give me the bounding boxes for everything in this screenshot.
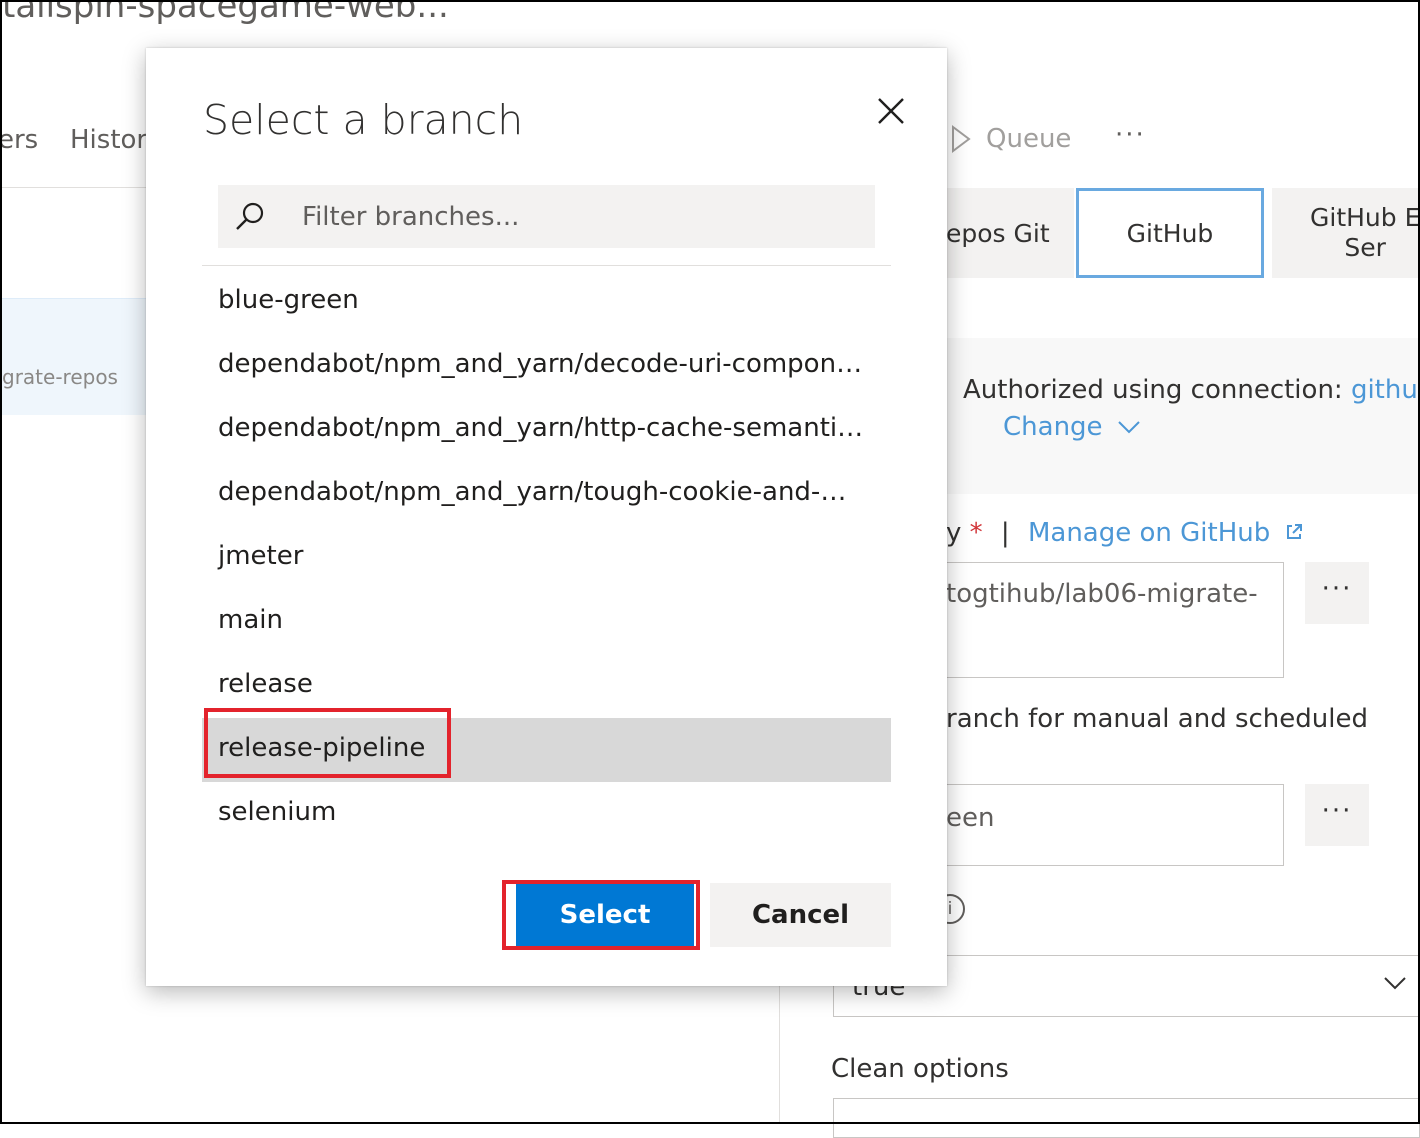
repository-label-text: y	[946, 518, 962, 548]
change-label: Change	[1003, 412, 1103, 442]
branch-item-decode-uri-component[interactable]: dependabot/npm_and_yarn/decode-uri-compo…	[202, 334, 874, 398]
filter-branches-input[interactable]	[302, 185, 862, 248]
list-divider	[202, 265, 891, 266]
clean-options-label: Clean options	[831, 1054, 1009, 1084]
pipeline-title: tailspin-spacegame-web...	[2, 0, 449, 26]
queue-label: Queue	[986, 124, 1072, 154]
branch-item-release[interactable]: release	[202, 654, 891, 718]
branch-browse-button[interactable]: ···	[1305, 784, 1369, 846]
left-pane-selected-item[interactable]: grate-repos	[2, 298, 146, 415]
branch-filter[interactable]	[218, 185, 875, 248]
source-tile-github-enterprise[interactable]: GitHub E Ser	[1272, 188, 1420, 278]
external-link-icon	[1286, 524, 1302, 539]
default-branch-field[interactable]: een	[946, 784, 1284, 866]
default-branch-value: een	[946, 803, 995, 833]
queue-button[interactable]: Queue	[950, 124, 1071, 154]
branch-item-release-pipeline[interactable]: release-pipeline	[202, 718, 891, 782]
branch-item-selenium[interactable]: selenium	[202, 782, 891, 846]
cancel-button[interactable]: Cancel	[710, 883, 891, 947]
authorization-text: Authorized using connection: github.	[963, 375, 1420, 405]
source-tile-azure-repos[interactable]: epos Git	[946, 188, 1074, 278]
select-button[interactable]: Select	[516, 883, 694, 947]
clean-options-dropdown[interactable]	[833, 1098, 1420, 1138]
chevron-down-icon	[1384, 977, 1406, 990]
left-pane-item-label: grate-repos	[2, 365, 118, 389]
more-actions-button[interactable]: ···	[1115, 120, 1146, 150]
source-tile-label: epos Git	[946, 218, 1050, 248]
source-tile-label: GitHub	[1126, 218, 1214, 248]
branch-item-tough-cookie[interactable]: dependabot/npm_and_yarn/tough-cookie-and…	[202, 462, 862, 526]
branch-item-blue-green[interactable]: blue-green	[202, 270, 891, 334]
manage-on-github-link[interactable]: Manage on GitHub	[1028, 518, 1270, 548]
close-icon	[878, 98, 904, 124]
branch-list: blue-green dependabot/npm_and_yarn/decod…	[202, 270, 891, 846]
chevron-down-icon	[1117, 421, 1140, 434]
play-icon	[952, 125, 971, 153]
repository-browse-button[interactable]: ···	[1305, 562, 1369, 624]
close-button[interactable]	[868, 88, 914, 134]
tab-history[interactable]: Histor	[70, 125, 147, 155]
required-mark: *	[969, 518, 983, 548]
repository-field[interactable]: togtihub/lab06-migrate-	[946, 562, 1284, 678]
search-icon	[236, 202, 264, 230]
dialog-title: Select a branch	[203, 96, 524, 144]
source-tile-github[interactable]: GitHub	[1076, 188, 1264, 278]
branch-item-jmeter[interactable]: jmeter	[202, 526, 891, 590]
pane-divider	[779, 980, 780, 1124]
auth-prefix: Authorized using connection:	[963, 375, 1343, 405]
change-connection-button[interactable]: Change	[1003, 412, 1141, 442]
default-branch-label: ranch for manual and scheduled	[946, 704, 1368, 734]
repository-value: togtihub/lab06-migrate-	[946, 579, 1258, 609]
select-branch-dialog: Select a branch blue-green dependabot/np…	[146, 48, 947, 986]
branch-item-main[interactable]: main	[202, 590, 891, 654]
branch-item-http-cache-semantics[interactable]: dependabot/npm_and_yarn/http-cache-seman…	[202, 398, 874, 462]
header-divider	[2, 187, 147, 188]
connection-link[interactable]: github.	[1351, 375, 1420, 405]
tab-triggers[interactable]: ers	[0, 125, 38, 155]
source-tile-label: GitHub E Ser	[1310, 203, 1420, 262]
separator: |	[1000, 518, 1010, 548]
repository-label: y * | Manage on GitHub	[946, 518, 1303, 548]
